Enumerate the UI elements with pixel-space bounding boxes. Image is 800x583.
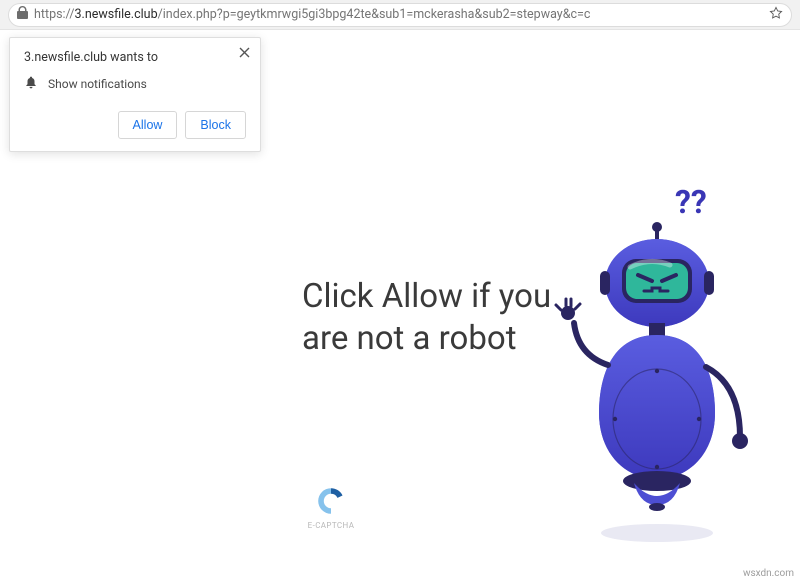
allow-button[interactable]: Allow	[118, 111, 178, 139]
headline-text: Click Allow if you are not a robot	[302, 276, 582, 360]
captcha-label: E-CAPTCHA	[296, 521, 366, 530]
notification-permission-popup: 3.newsfile.club wants to Show notificati…	[9, 37, 261, 152]
address-bar: https://3.newsfile.club/index.php?p=geyt…	[0, 0, 800, 30]
captcha-badge: E-CAPTCHA	[296, 485, 366, 530]
captcha-logo-icon	[315, 485, 347, 517]
lock-icon	[17, 6, 28, 23]
bell-icon	[24, 75, 38, 93]
close-icon[interactable]	[239, 46, 250, 61]
permission-text: Show notifications	[48, 77, 147, 91]
popup-title: 3.newsfile.club wants to	[24, 50, 246, 65]
question-marks-icon: ??	[675, 183, 707, 221]
bookmark-star-icon[interactable]	[763, 6, 783, 24]
block-button[interactable]: Block	[185, 111, 246, 139]
robot-illustration: ??	[552, 175, 762, 545]
url-field[interactable]: https://3.newsfile.club/index.php?p=geyt…	[8, 3, 792, 27]
url-text: https://3.newsfile.club/index.php?p=geyt…	[34, 7, 590, 22]
watermark-text: wsxdn.com	[743, 568, 794, 579]
